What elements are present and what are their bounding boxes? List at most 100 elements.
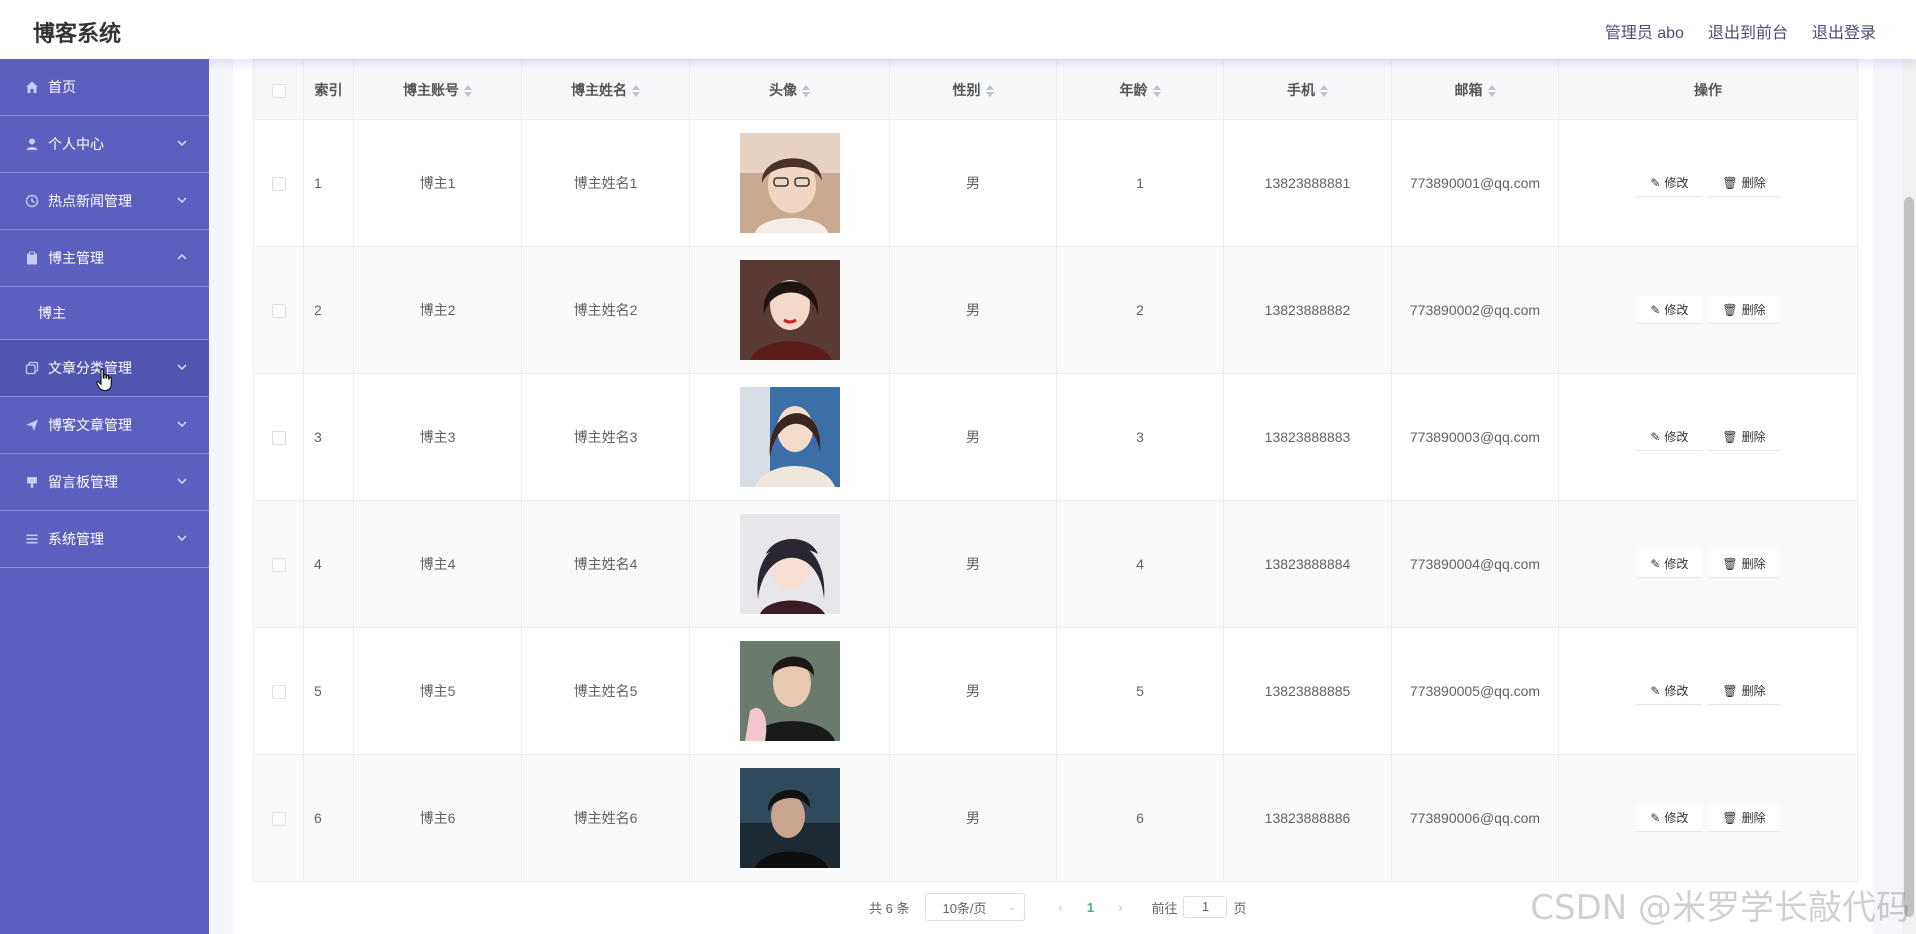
cell-avatar (689, 119, 890, 247)
sidebar-item-blogger-management[interactable]: 博主管理 (0, 230, 209, 287)
delete-button[interactable]: 🗑 删除 (1708, 296, 1780, 324)
page-number-current[interactable]: 1 (1075, 900, 1105, 915)
avatar[interactable] (739, 260, 840, 360)
goto-page-input[interactable]: 1 (1183, 896, 1228, 918)
edit-button[interactable]: ✎ 修改 (1636, 423, 1703, 451)
cell-actions: ✎ 修改 🗑 删除 (1558, 500, 1858, 628)
cell-age: 5 (1056, 627, 1224, 755)
avatar[interactable] (739, 641, 840, 741)
sort-icon[interactable] (1487, 84, 1496, 97)
sort-icon[interactable] (464, 84, 472, 97)
sidebar-item-label: 博客文章管理 (48, 417, 132, 433)
next-page-button[interactable]: › (1105, 900, 1135, 915)
sort-icon[interactable] (1152, 84, 1161, 97)
admin-user-link[interactable]: 管理员 abo (1605, 19, 1684, 43)
sidebar-item-personal-center[interactable]: 个人中心 (0, 116, 209, 173)
table-row: 6 博主6 博主姓名6 男 6 13823888886 773890006@qq… (253, 754, 1858, 882)
row-checkbox[interactable] (271, 304, 286, 319)
column-header-age[interactable]: 年龄 (1056, 59, 1224, 120)
prev-page-button[interactable]: ‹ (1045, 900, 1075, 915)
sidebar-item-message-board[interactable]: 留言板管理 (0, 454, 209, 511)
sidebar: 首页 个人中心 热点新闻管理 博主管理 博主 文章分类管理 博客文章管理 留言板… (0, 59, 209, 934)
cell-index: 3 (303, 373, 354, 501)
trash-icon: 🗑 (1722, 302, 1738, 317)
trash-icon: 🗑 (1722, 429, 1738, 444)
delete-button[interactable]: 🗑 删除 (1708, 677, 1780, 705)
scrollbar-thumb[interactable] (1904, 197, 1914, 917)
table-row: 1 博主1 博主姓名1 男 1 13823888881 773890001@qq… (253, 119, 1858, 247)
copy-icon (24, 360, 40, 376)
delete-button[interactable]: 🗑 删除 (1708, 169, 1780, 197)
cell-avatar (689, 754, 890, 882)
board-icon (24, 474, 40, 490)
row-checkbox[interactable] (271, 812, 286, 827)
column-header-name[interactable]: 博主姓名 (521, 59, 690, 120)
edit-icon: ✎ (1650, 683, 1661, 698)
column-header-account[interactable]: 博主账号 (353, 59, 522, 120)
table-row: 2 博主2 博主姓名2 男 2 13823888882 773890002@qq… (253, 246, 1858, 374)
sort-icon[interactable] (802, 84, 810, 97)
exit-to-frontend-link[interactable]: 退出到前台 (1708, 19, 1788, 43)
scrollbar-track[interactable] (1902, 59, 1916, 934)
sidebar-subitem-blogger[interactable]: 博主 (0, 287, 209, 340)
edit-button[interactable]: ✎ 修改 (1636, 169, 1703, 197)
row-checkbox[interactable] (271, 685, 286, 700)
cell-age: 2 (1056, 246, 1224, 374)
avatar[interactable] (739, 768, 840, 868)
cell-email: 773890003@qq.com (1391, 373, 1559, 501)
row-checkbox[interactable] (271, 177, 286, 192)
avatar[interactable] (739, 387, 840, 487)
home-icon (24, 79, 40, 95)
trash-icon: 🗑 (1722, 175, 1738, 190)
cell-index: 6 (303, 754, 354, 882)
cell-phone: 13823888884 (1223, 500, 1392, 628)
cell-name: 博主姓名4 (521, 500, 690, 628)
sort-icon[interactable] (632, 84, 640, 97)
avatar[interactable] (739, 133, 840, 233)
cell-phone: 13823888886 (1223, 754, 1392, 882)
sidebar-item-system-management[interactable]: 系统管理 (0, 511, 209, 568)
delete-button[interactable]: 🗑 删除 (1708, 804, 1780, 832)
edit-button[interactable]: ✎ 修改 (1636, 804, 1703, 832)
sidebar-item-home[interactable]: 首页 (0, 59, 209, 116)
clipboard-icon (24, 250, 40, 266)
edit-button[interactable]: ✎ 修改 (1636, 550, 1703, 578)
edit-button[interactable]: ✎ 修改 (1636, 296, 1703, 324)
chevron-down-icon: ⌄ (1008, 901, 1017, 913)
list-icon (24, 531, 40, 547)
column-header-gender[interactable]: 性别 (889, 59, 1057, 120)
delete-button[interactable]: 🗑 删除 (1708, 423, 1780, 451)
edit-icon: ✎ (1650, 429, 1661, 444)
avatar[interactable] (739, 514, 840, 614)
sort-icon[interactable] (985, 84, 994, 97)
sort-icon[interactable] (1320, 84, 1328, 97)
select-all-checkbox[interactable] (271, 83, 286, 98)
cell-gender: 男 (889, 500, 1057, 628)
cell-phone: 13823888882 (1223, 246, 1392, 374)
sidebar-item-blog-articles[interactable]: 博客文章管理 (0, 397, 209, 454)
column-header-phone[interactable]: 手机 (1223, 59, 1392, 120)
sidebar-item-hot-news[interactable]: 热点新闻管理 (0, 173, 209, 230)
cell-email: 773890002@qq.com (1391, 246, 1559, 374)
cell-email: 773890005@qq.com (1391, 627, 1559, 755)
cell-actions: ✎ 修改 🗑 删除 (1558, 119, 1858, 247)
column-header-email[interactable]: 邮箱 (1391, 59, 1559, 120)
app-title: 博客系统 (33, 21, 122, 46)
top-bar: 博客系统 管理员 abo 退出到前台 退出登录 (0, 0, 1916, 59)
row-checkbox[interactable] (271, 431, 286, 446)
cell-actions: ✎ 修改 🗑 删除 (1558, 373, 1858, 501)
cell-account: 博主5 (353, 627, 522, 755)
row-checkbox[interactable] (271, 558, 286, 573)
watermark: CSDN @米罗学长敲代码 (1530, 888, 1910, 928)
column-header-actions: 操作 (1558, 59, 1858, 120)
column-header-avatar[interactable]: 头像 (689, 59, 890, 120)
cell-name: 博主姓名1 (521, 119, 690, 247)
delete-button[interactable]: 🗑 删除 (1708, 550, 1780, 578)
logout-link[interactable]: 退出登录 (1812, 19, 1876, 43)
cell-email: 773890004@qq.com (1391, 500, 1559, 628)
edit-button[interactable]: ✎ 修改 (1636, 677, 1703, 705)
pagination: 共 6 条 10条/页 ⌄ ‹ 1 › 前往 1 页 (869, 893, 1247, 921)
page-size-select[interactable]: 10条/页 ⌄ (925, 893, 1026, 921)
cell-name: 博主姓名6 (521, 754, 690, 882)
cell-gender: 男 (889, 627, 1057, 755)
